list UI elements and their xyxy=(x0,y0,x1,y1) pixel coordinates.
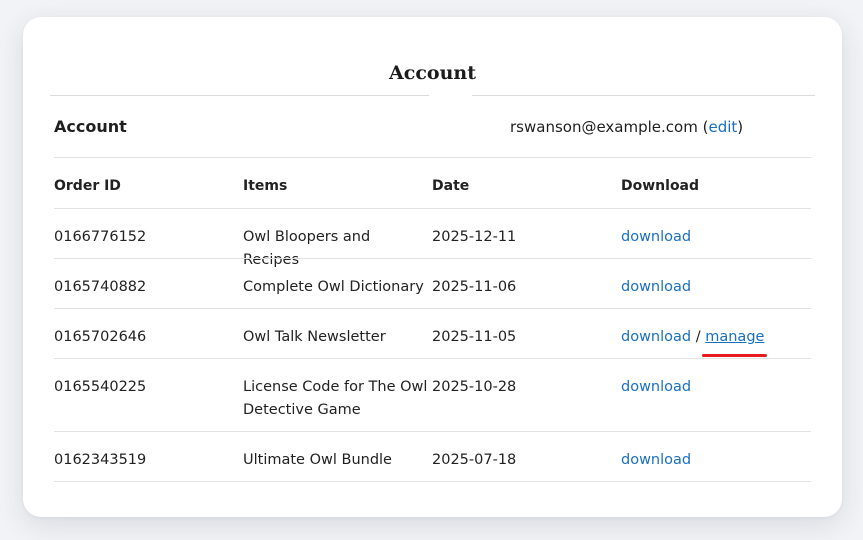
download-cell: download / manage xyxy=(621,326,811,357)
order-id: 0165540225 xyxy=(54,379,147,395)
manage-link-wrapper: manage xyxy=(702,326,768,357)
page-title: Account xyxy=(389,62,476,84)
download-link[interactable]: download xyxy=(621,379,691,395)
table-row: 0165702646 Owl Talk Newsletter 2025-11-0… xyxy=(54,308,811,358)
order-item: Ultimate Owl Bundle xyxy=(243,452,392,468)
order-date: 2025-10-28 xyxy=(432,379,517,395)
paren-close: ) xyxy=(737,118,744,136)
edit-email-link[interactable]: edit xyxy=(708,118,737,136)
orders-table: Order ID Items Date Download 0166776152 … xyxy=(54,157,811,482)
title-divider-right xyxy=(472,95,815,96)
order-item: License Code for The Owl Detective Game xyxy=(243,379,428,418)
download-cell: download xyxy=(621,226,811,249)
account-email-row: rswanson@example.com (edit) xyxy=(510,117,743,137)
title-divider-left xyxy=(50,95,429,96)
account-card: Account Account rswanson@example.com (ed… xyxy=(23,17,842,517)
header-date: Date xyxy=(432,178,470,194)
download-link[interactable]: download xyxy=(621,452,691,468)
account-email: rswanson@example.com xyxy=(510,118,698,136)
order-id: 0162343519 xyxy=(54,452,147,468)
order-date: 2025-12-11 xyxy=(432,229,517,245)
header-download: Download xyxy=(621,178,700,194)
download-cell: download xyxy=(621,376,811,399)
manage-link[interactable]: manage xyxy=(705,329,764,345)
table-row: 0165740882 Complete Owl Dictionary 2025-… xyxy=(54,258,811,308)
table-row: 0162343519 Ultimate Owl Bundle 2025-07-1… xyxy=(54,431,811,482)
order-date: 2025-11-06 xyxy=(432,279,517,295)
table-row: 0166776152 Owl Bloopers and Recipes 2025… xyxy=(54,208,811,268)
order-id: 0165702646 xyxy=(54,329,147,345)
order-id: 0166776152 xyxy=(54,229,147,245)
download-link[interactable]: download xyxy=(621,279,691,295)
order-date: 2025-11-05 xyxy=(432,329,517,345)
download-cell: download xyxy=(621,276,811,299)
header-items: Items xyxy=(243,178,288,194)
order-item: Owl Talk Newsletter xyxy=(243,329,386,345)
table-header-row: Order ID Items Date Download xyxy=(54,157,811,208)
table-row: 0165540225 License Code for The Owl Dete… xyxy=(54,358,811,431)
download-link[interactable]: download xyxy=(621,329,691,345)
download-link[interactable]: download xyxy=(621,229,691,245)
link-separator: / xyxy=(695,329,701,345)
account-section-label: Account xyxy=(54,117,127,136)
header-order-id: Order ID xyxy=(54,178,121,194)
order-date: 2025-07-18 xyxy=(432,452,517,468)
highlight-underline xyxy=(702,354,768,357)
order-id: 0165740882 xyxy=(54,279,147,295)
download-cell: download xyxy=(621,449,811,472)
order-item: Complete Owl Dictionary xyxy=(243,279,424,295)
